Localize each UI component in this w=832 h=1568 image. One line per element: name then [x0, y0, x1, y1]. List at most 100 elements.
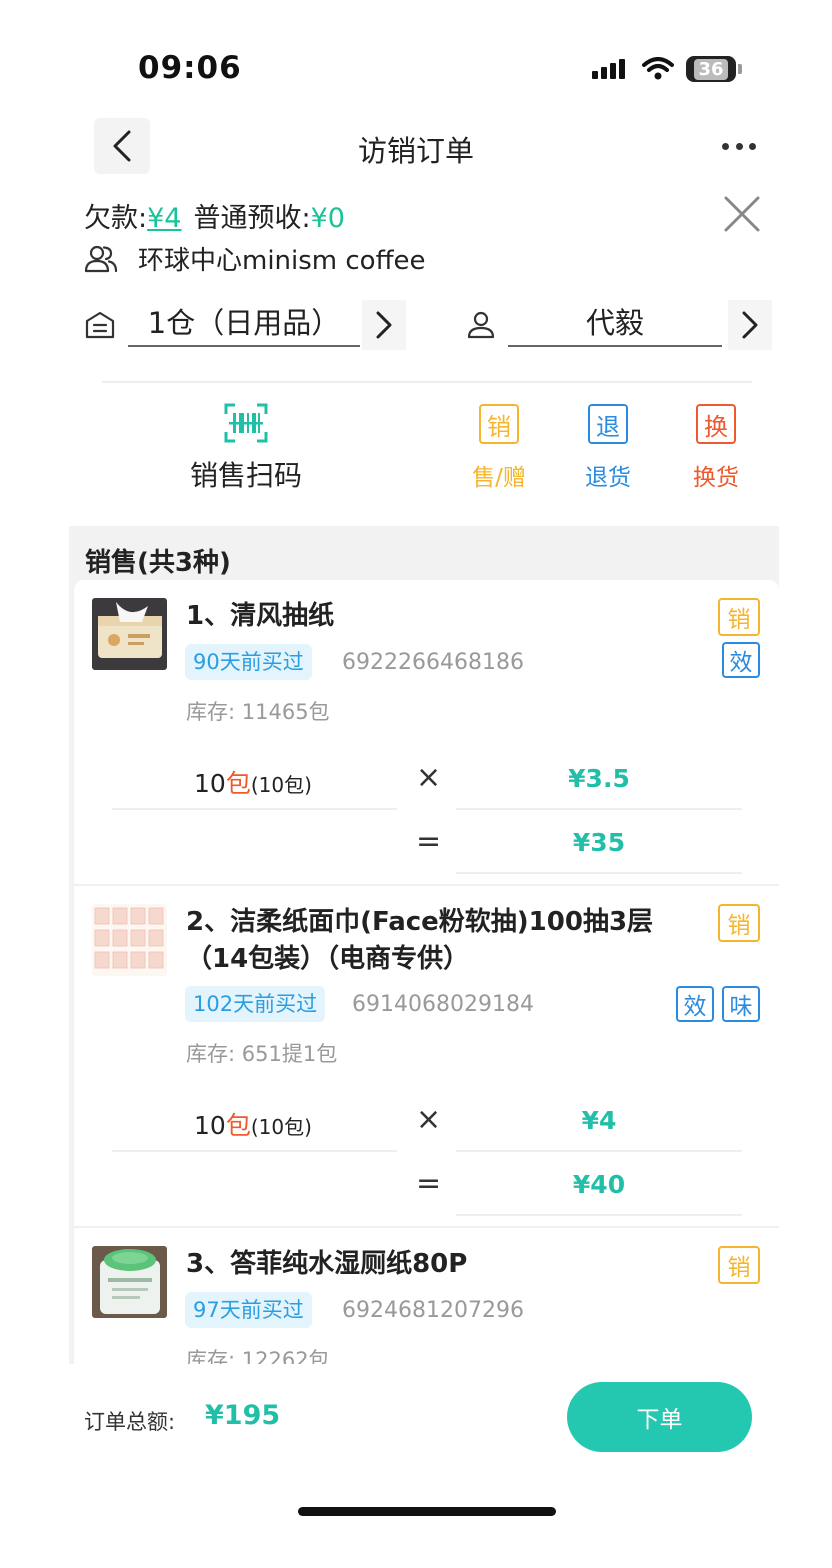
bottom-bar: 订单总额: ¥195 下单 [0, 1364, 832, 1568]
subtotal-underline [456, 872, 742, 874]
product-name: 1、清风抽纸 [186, 601, 335, 631]
sales-header: 销售(共3种) [85, 548, 231, 578]
battery-icon: 36 [686, 56, 736, 82]
equals-sign: = [416, 1166, 442, 1201]
qty-underline [112, 808, 397, 810]
customer-name: 环球中心minism coffee [138, 246, 426, 276]
price-underline [456, 808, 742, 810]
product-image [92, 598, 167, 670]
more-dot [722, 142, 729, 150]
order-total-value: ¥195 [205, 1400, 281, 1431]
product-barcode: 6924681207296 [342, 1298, 524, 1323]
effect-tag: 效 [722, 642, 760, 678]
unit-price-input[interactable]: ¥3.5 [456, 764, 742, 793]
item-divider [74, 1226, 779, 1228]
sales-list: 1、清风抽纸 90天前买过 6922266468186 库存: 11465包 销… [74, 580, 779, 1364]
sales-scan-button[interactable]: 销售扫码 [186, 402, 306, 494]
prepay-label: 普通预收: [193, 203, 311, 234]
return-label: 退货 [585, 465, 631, 491]
warehouse-selector[interactable]: 1仓（日用品） [84, 300, 406, 350]
subtotal-input[interactable]: ¥40 [456, 1170, 742, 1199]
home-indicator [298, 1507, 556, 1516]
subtotal-input[interactable]: ¥35 [456, 828, 742, 857]
quantity-input[interactable]: 10包(10包) [194, 764, 312, 800]
qty-detail: (10包) [250, 773, 312, 797]
sale-icon: 销 [479, 404, 519, 444]
nav-bar: 访销订单 [0, 118, 832, 178]
product-name: 3、答菲纯水湿厕纸80P [186, 1249, 468, 1279]
quantity-input[interactable]: 10包(10包) [194, 1106, 312, 1142]
flavor-tag: 味 [722, 986, 760, 1022]
chevron-right-icon [376, 311, 392, 339]
salesperson-arrow[interactable] [728, 300, 772, 350]
sale-tag: 销 [718, 1246, 760, 1284]
subtotal-underline [456, 1214, 742, 1216]
exchange-icon: 换 [696, 404, 736, 444]
bought-badge: 102天前买过 [185, 986, 326, 1022]
warehouse-field[interactable]: 1仓（日用品） [128, 303, 360, 347]
return-icon: 退 [588, 404, 628, 444]
more-button[interactable] [722, 134, 756, 158]
price-underline [456, 1150, 742, 1152]
barcode-scan-icon [224, 403, 268, 443]
sale-tag: 销 [718, 904, 760, 942]
warehouse-icon [85, 311, 115, 339]
qty-number: 10 [194, 1111, 226, 1140]
divider [102, 381, 752, 383]
qty-number: 10 [194, 769, 226, 798]
product-barcode: 6914068029184 [352, 992, 534, 1017]
battery-tip [738, 64, 742, 74]
multiply-sign: × [416, 760, 442, 795]
more-dot [735, 142, 743, 150]
salesperson-field[interactable]: 代毅 [508, 303, 722, 347]
customer-row[interactable]: 环球中心minism coffee [84, 240, 426, 277]
item-divider [74, 884, 779, 886]
battery-level: 36 [694, 58, 728, 80]
status-bar: 09:06 36 [0, 0, 832, 120]
status-icons: 36 [592, 56, 742, 82]
exchange-button[interactable]: 换 换货 [676, 404, 756, 492]
debt-label: 欠款: [84, 203, 148, 234]
debt-value-link[interactable]: ¥4 [147, 203, 181, 234]
sale-gift-button[interactable]: 销 售/赠 [459, 404, 539, 492]
page-title: 访销订单 [357, 134, 474, 168]
more-dot [749, 142, 756, 150]
exchange-label: 换货 [693, 465, 739, 491]
place-order-button[interactable]: 下单 [567, 1382, 752, 1452]
bought-badge: 97天前买过 [185, 1292, 312, 1328]
equals-sign: = [416, 824, 442, 859]
qty-unit: 包 [225, 1111, 251, 1140]
product-image [92, 1246, 167, 1318]
qty-detail: (10包) [250, 1115, 312, 1139]
warehouse-arrow[interactable] [362, 300, 406, 350]
wifi-icon [642, 57, 674, 80]
unit-price-input[interactable]: ¥4 [456, 1106, 742, 1135]
qty-underline [112, 1150, 397, 1152]
salesperson-selector[interactable]: 代毅 [466, 300, 772, 350]
scan-label: 销售扫码 [189, 459, 302, 492]
user-icon [467, 311, 495, 339]
sale-label: 售/赠 [472, 465, 526, 491]
qty-unit: 包 [225, 769, 251, 798]
order-total-label: 订单总额: [84, 1410, 176, 1434]
bought-badge: 90天前买过 [185, 644, 312, 680]
prepay-value: ¥0 [310, 203, 345, 234]
sale-tag: 销 [718, 598, 760, 636]
status-time: 09:06 [138, 50, 242, 86]
close-icon[interactable] [722, 194, 762, 234]
users-icon [84, 245, 118, 272]
chevron-right-icon [742, 311, 758, 339]
product-name: 2、洁柔纸面巾(Face粉软抽)100抽3层（14包装）（电商专供） [186, 907, 654, 974]
debt-row: 欠款: ¥4 普通预收: ¥0 [84, 196, 345, 235]
product-barcode: 6922266468186 [342, 650, 524, 675]
effect-tag: 效 [676, 986, 714, 1022]
sales-panel: 销售(共3种) 1、清风抽纸 90天前买过 6922266468186 库存: … [69, 526, 779, 1364]
stock-text: 库存: 651提1包 [186, 1042, 338, 1066]
selector-row: 1仓（日用品） 代毅 [84, 300, 774, 350]
return-button[interactable]: 退 退货 [568, 404, 648, 492]
stock-text: 库存: 11465包 [186, 700, 330, 724]
stock-text: 库存: 12262包 [186, 1348, 330, 1364]
signal-icon [592, 59, 625, 79]
multiply-sign: × [416, 1102, 442, 1137]
product-image [92, 904, 167, 976]
